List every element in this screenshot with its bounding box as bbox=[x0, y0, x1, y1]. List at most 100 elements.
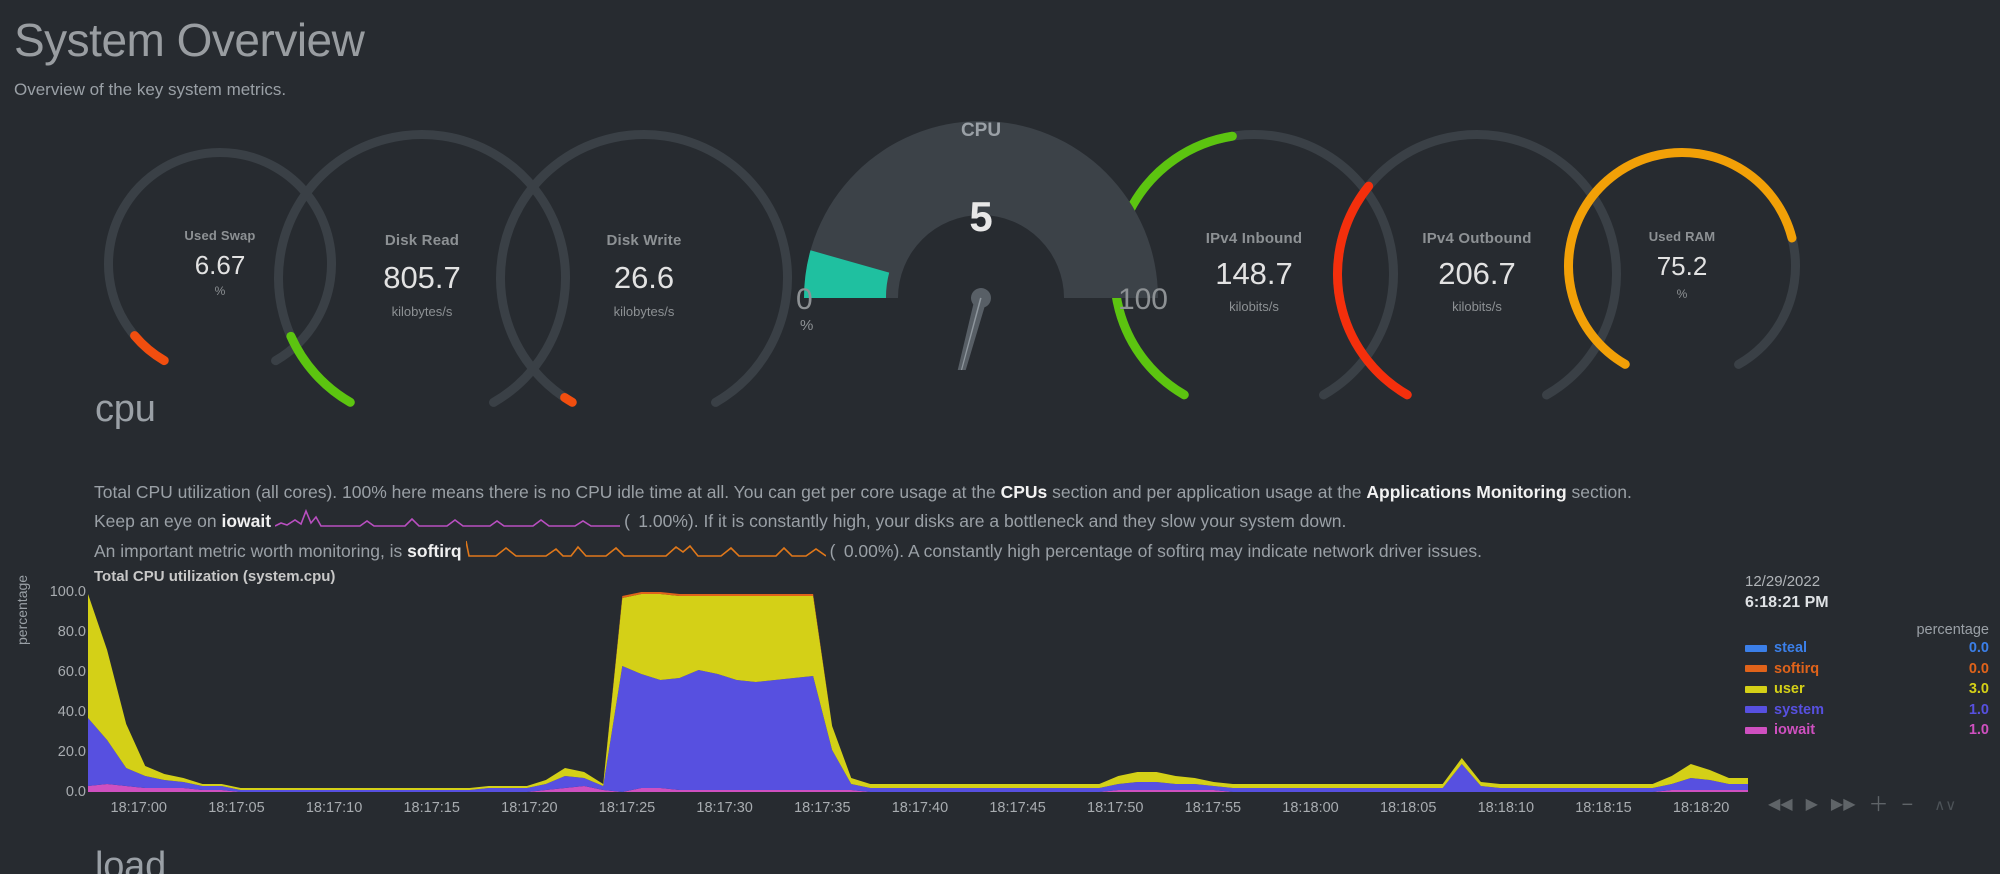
page-title: System Overview bbox=[14, 16, 2000, 66]
gauge-label-used-ram: Used RAM bbox=[1560, 229, 1804, 244]
legend-row[interactable]: steal0.0 bbox=[1745, 638, 1995, 659]
softirq-value: 0.00% bbox=[835, 537, 893, 566]
chart-y-tick: 40.0 bbox=[6, 704, 86, 720]
cpu-gauge-unit: % bbox=[800, 317, 813, 334]
cpu-gauge-dial bbox=[776, 120, 1186, 370]
applications-monitoring-link[interactable]: Applications Monitoring bbox=[1366, 482, 1566, 502]
chart-y-axis: 0.020.040.060.080.0100.0 bbox=[0, 568, 86, 798]
gauge-unit-disk-write: kilobytes/s bbox=[492, 304, 796, 319]
chart-controls: ◀◀▶▶▶＋−∧∨ bbox=[1768, 795, 1956, 815]
chart-series-user bbox=[88, 594, 1748, 790]
gauge-label-disk-write: Disk Write bbox=[492, 232, 796, 249]
gauge-used-ram[interactable]: Used RAM 75.2% bbox=[1560, 144, 1804, 388]
legend-swatch-icon bbox=[1745, 645, 1767, 652]
chart-series-steal bbox=[88, 592, 1748, 788]
rewind-button[interactable]: ◀◀ bbox=[1768, 797, 1793, 813]
chart-x-tick: 18:18:05 bbox=[1380, 800, 1436, 816]
chart-series-softirq bbox=[88, 592, 1748, 788]
chart-x-tick: 18:18:10 bbox=[1478, 800, 1534, 816]
legend-series-value: 1.0 bbox=[1969, 702, 1995, 718]
chart-y-tick: 0.0 bbox=[6, 784, 86, 800]
cpu-desc-text-1b: section and per application usage at the bbox=[1047, 482, 1366, 502]
chart-plot-area[interactable] bbox=[88, 592, 1748, 792]
legend-series-name: system bbox=[1774, 702, 1969, 718]
cpu-gauge-min: 0 bbox=[796, 283, 813, 317]
chart-title: Total CPU utilization (system.cpu) bbox=[94, 568, 335, 585]
legend-row[interactable]: softirq0.0 bbox=[1745, 659, 1995, 680]
chart-series-system bbox=[88, 666, 1748, 792]
iowait-label: iowait bbox=[221, 511, 271, 531]
chart-x-axis: 18:17:0018:17:0518:17:1018:17:1518:17:20… bbox=[0, 800, 2000, 826]
iowait-value: 1.00% bbox=[630, 507, 688, 536]
forward-button[interactable]: ▶▶ bbox=[1831, 797, 1856, 813]
legend-swatch-icon bbox=[1745, 686, 1767, 693]
chart-x-tick: 18:18:00 bbox=[1282, 800, 1338, 816]
chart-x-tick: 18:17:20 bbox=[501, 800, 557, 816]
cpu-description-line-3: An important metric worth monitoring, is… bbox=[94, 537, 1974, 568]
chart-y-tick: 20.0 bbox=[6, 744, 86, 760]
gauge-value-disk-write: 26.6 bbox=[492, 260, 796, 296]
cpu-description-line-1: Total CPU utilization (all cores). 100% … bbox=[94, 478, 1974, 507]
cpu-desc-text-2a: Keep an eye on bbox=[94, 511, 221, 531]
section-heading-load: load bbox=[95, 845, 166, 874]
chart-x-tick: 18:17:05 bbox=[208, 800, 264, 816]
legend-time: 6:18:21 PM bbox=[1745, 592, 1995, 614]
chart-x-tick: 18:17:40 bbox=[892, 800, 948, 816]
gauge-value-used-ram: 75.2 bbox=[1560, 251, 1804, 282]
chart-y-tick: 60.0 bbox=[6, 664, 86, 680]
chart-x-tick: 18:17:30 bbox=[696, 800, 752, 816]
cpu-desc-text-3b: ). A constantly high percentage of softi… bbox=[893, 541, 1482, 561]
legend-series-value: 1.0 bbox=[1969, 722, 1995, 738]
chart-x-tick: 18:17:00 bbox=[111, 800, 167, 816]
dashboard-page: System Overview Overview of the key syst… bbox=[0, 0, 2000, 874]
resize-handle[interactable]: ∧∨ bbox=[1934, 798, 1956, 813]
chart-x-tick: 18:17:45 bbox=[989, 800, 1045, 816]
chart-x-tick: 18:17:35 bbox=[794, 800, 850, 816]
cpu-gauge-title: CPU bbox=[776, 120, 1186, 142]
cpu-desc-text-3a: An important metric worth monitoring, is bbox=[94, 541, 407, 561]
chart-x-tick: 18:17:55 bbox=[1185, 800, 1241, 816]
chart-x-tick: 18:17:25 bbox=[599, 800, 655, 816]
zoom-out-button[interactable]: − bbox=[1902, 795, 1914, 815]
legend-rows: steal0.0softirq0.0user3.0system1.0iowait… bbox=[1745, 638, 1995, 741]
legend-series-value: 0.0 bbox=[1969, 640, 1995, 656]
softirq-sparkline bbox=[466, 537, 826, 568]
cpus-link[interactable]: CPUs bbox=[1001, 482, 1048, 502]
legend-swatch-icon bbox=[1745, 727, 1767, 734]
zoom-in-button[interactable]: ＋ bbox=[1869, 795, 1889, 815]
chart-legend: 12/29/2022 6:18:21 PM percentage steal0.… bbox=[1745, 572, 1995, 741]
legend-series-name: steal bbox=[1774, 640, 1969, 656]
legend-series-value: 0.0 bbox=[1969, 661, 1995, 677]
section-heading-cpu: cpu bbox=[95, 388, 156, 431]
legend-series-name: iowait bbox=[1774, 722, 1969, 738]
legend-date: 12/29/2022 bbox=[1745, 572, 1995, 592]
cpu-chart[interactable]: Total CPU utilization (system.cpu) 0.0 20… bbox=[0, 568, 2000, 828]
cpu-desc-text-1c: section. bbox=[1567, 482, 1632, 502]
page-subtitle: Overview of the key system metrics. bbox=[14, 80, 2000, 100]
cpu-speedometer[interactable]: CPU 5 0 100 % bbox=[776, 120, 1186, 370]
softirq-label: softirq bbox=[407, 541, 461, 561]
chart-x-tick: 18:18:15 bbox=[1575, 800, 1631, 816]
page-header: System Overview Overview of the key syst… bbox=[0, 0, 2000, 100]
legend-series-name: softirq bbox=[1774, 661, 1969, 677]
chart-x-tick: 18:17:15 bbox=[403, 800, 459, 816]
legend-row[interactable]: user3.0 bbox=[1745, 679, 1995, 700]
cpu-gauge-value: 5 bbox=[776, 193, 1186, 241]
cpu-gauge-max: 100 bbox=[1118, 283, 1168, 317]
legend-swatch-icon bbox=[1745, 665, 1767, 672]
gauge-unit-used-ram: % bbox=[1560, 287, 1804, 301]
chart-x-tick: 18:17:50 bbox=[1087, 800, 1143, 816]
legend-row[interactable]: system1.0 bbox=[1745, 700, 1995, 721]
iowait-sparkline bbox=[275, 507, 620, 538]
legend-series-value: 3.0 bbox=[1969, 681, 1995, 697]
legend-row[interactable]: iowait1.0 bbox=[1745, 720, 1995, 741]
cpu-description-line-2: Keep an eye on iowait(1.00%). If it is c… bbox=[94, 507, 1974, 538]
play-button[interactable]: ▶ bbox=[1806, 797, 1818, 813]
cpu-desc-text-1a: Total CPU utilization (all cores). 100% … bbox=[94, 482, 1001, 502]
legend-swatch-icon bbox=[1745, 706, 1767, 713]
chart-y-axis-label: percentage bbox=[14, 575, 30, 645]
chart-x-tick: 18:18:20 bbox=[1673, 800, 1729, 816]
gauge-disk-write[interactable]: Disk Write 26.6 kilobytes/s bbox=[492, 126, 796, 430]
cpu-description: Total CPU utilization (all cores). 100% … bbox=[94, 478, 1974, 568]
cpu-desc-text-2b: ). If it is constantly high, your disks … bbox=[688, 511, 1347, 531]
